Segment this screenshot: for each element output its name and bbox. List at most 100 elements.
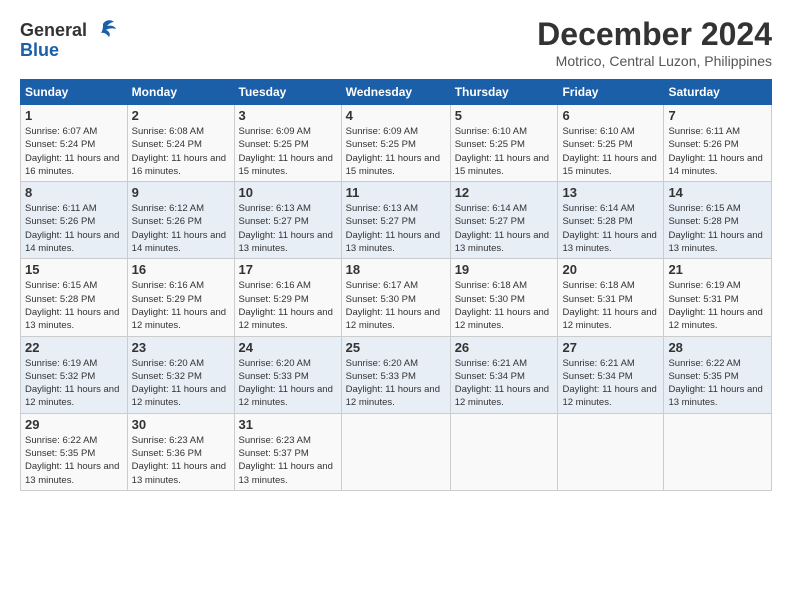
day-info: Sunrise: 6:21 AMSunset: 5:34 PMDaylight:… [562, 357, 659, 410]
table-row: 20 Sunrise: 6:18 AMSunset: 5:31 PMDayligh… [558, 259, 664, 336]
day-info: Sunrise: 6:10 AMSunset: 5:25 PMDaylight:… [455, 125, 554, 178]
table-row: 29 Sunrise: 6:22 AMSunset: 5:35 PMDayligh… [21, 413, 128, 490]
col-sunday: Sunday [21, 80, 128, 105]
day-number: 19 [455, 262, 554, 277]
day-number: 1 [25, 108, 123, 123]
calendar-week-row: 22 Sunrise: 6:19 AMSunset: 5:32 PMDayligh… [21, 336, 772, 413]
day-number: 17 [239, 262, 337, 277]
day-info: Sunrise: 6:20 AMSunset: 5:33 PMDaylight:… [346, 357, 446, 410]
day-number: 15 [25, 262, 123, 277]
table-row: 2 Sunrise: 6:08 AMSunset: 5:24 PMDaylight… [127, 105, 234, 182]
day-info: Sunrise: 6:15 AMSunset: 5:28 PMDaylight:… [668, 202, 767, 255]
table-row: 7Sunrise: 6:11 AMSunset: 5:26 PMDaylight… [664, 105, 772, 182]
day-number: 25 [346, 340, 446, 355]
day-number: 22 [25, 340, 123, 355]
table-row: 11 Sunrise: 6:13 AMSunset: 5:27 PMDayligh… [341, 182, 450, 259]
day-info: Sunrise: 6:10 AMSunset: 5:25 PMDaylight:… [562, 125, 659, 178]
day-number: 9 [132, 185, 230, 200]
table-row [341, 413, 450, 490]
table-row: 3Sunrise: 6:09 AMSunset: 5:25 PMDaylight… [234, 105, 341, 182]
table-row [664, 413, 772, 490]
day-number: 11 [346, 185, 446, 200]
day-number: 20 [562, 262, 659, 277]
day-number: 28 [668, 340, 767, 355]
col-thursday: Thursday [450, 80, 558, 105]
day-number: 6 [562, 108, 659, 123]
day-info: Sunrise: 6:15 AMSunset: 5:28 PMDaylight:… [25, 279, 123, 332]
day-number: 18 [346, 262, 446, 277]
calendar-header-row: Sunday Monday Tuesday Wednesday Thursday… [21, 80, 772, 105]
month-title: December 2024 [537, 16, 772, 53]
col-friday: Friday [558, 80, 664, 105]
table-row: 25 Sunrise: 6:20 AMSunset: 5:33 PMDayligh… [341, 336, 450, 413]
table-row: 23 Sunrise: 6:20 AMSunset: 5:32 PMDayligh… [127, 336, 234, 413]
table-row: 16 Sunrise: 6:16 AMSunset: 5:29 PMDayligh… [127, 259, 234, 336]
day-number: 24 [239, 340, 337, 355]
table-row: 12 Sunrise: 6:14 AMSunset: 5:27 PMDayligh… [450, 182, 558, 259]
day-info: Sunrise: 6:13 AMSunset: 5:27 PMDaylight:… [346, 202, 446, 255]
day-info: Sunrise: 6:19 AMSunset: 5:31 PMDaylight:… [668, 279, 767, 332]
day-number: 8 [25, 185, 123, 200]
day-info: Sunrise: 6:20 AMSunset: 5:33 PMDaylight:… [239, 357, 337, 410]
table-row: 19 Sunrise: 6:18 AMSunset: 5:30 PMDayligh… [450, 259, 558, 336]
day-number: 26 [455, 340, 554, 355]
day-info: Sunrise: 6:08 AMSunset: 5:24 PMDaylight:… [132, 125, 230, 178]
table-row: 28 Sunrise: 6:22 AMSunset: 5:35 PMDayligh… [664, 336, 772, 413]
col-tuesday: Tuesday [234, 80, 341, 105]
day-number: 10 [239, 185, 337, 200]
table-row: 26 Sunrise: 6:21 AMSunset: 5:34 PMDayligh… [450, 336, 558, 413]
table-row: 31 Sunrise: 6:23 AMSunset: 5:37 PMDayligh… [234, 413, 341, 490]
day-number: 3 [239, 108, 337, 123]
day-number: 31 [239, 417, 337, 432]
table-row: 27Sunrise: 6:21 AMSunset: 5:34 PMDayligh… [558, 336, 664, 413]
day-info: Sunrise: 6:14 AMSunset: 5:28 PMDaylight:… [562, 202, 659, 255]
day-number: 7 [668, 108, 767, 123]
day-number: 14 [668, 185, 767, 200]
table-row [558, 413, 664, 490]
day-number: 13 [562, 185, 659, 200]
table-row [450, 413, 558, 490]
table-row: 17 Sunrise: 6:16 AMSunset: 5:29 PMDayligh… [234, 259, 341, 336]
calendar-week-row: 8Sunrise: 6:11 AMSunset: 5:26 PMDaylight… [21, 182, 772, 259]
day-number: 5 [455, 108, 554, 123]
day-number: 2 [132, 108, 230, 123]
page-header: General Blue December 2024 Motrico, Cent… [20, 16, 772, 69]
title-block: December 2024 Motrico, Central Luzon, Ph… [537, 16, 772, 69]
col-saturday: Saturday [664, 80, 772, 105]
day-number: 12 [455, 185, 554, 200]
table-row: 6 Sunrise: 6:10 AMSunset: 5:25 PMDaylight… [558, 105, 664, 182]
day-info: Sunrise: 6:19 AMSunset: 5:32 PMDaylight:… [25, 357, 123, 410]
logo-bird-icon [89, 16, 117, 44]
day-number: 29 [25, 417, 123, 432]
day-info: Sunrise: 6:18 AMSunset: 5:31 PMDaylight:… [562, 279, 659, 332]
day-info: Sunrise: 6:23 AMSunset: 5:37 PMDaylight:… [239, 434, 337, 487]
table-row: 21Sunrise: 6:19 AMSunset: 5:31 PMDayligh… [664, 259, 772, 336]
day-info: Sunrise: 6:14 AMSunset: 5:27 PMDaylight:… [455, 202, 554, 255]
col-wednesday: Wednesday [341, 80, 450, 105]
day-info: Sunrise: 6:18 AMSunset: 5:30 PMDaylight:… [455, 279, 554, 332]
day-info: Sunrise: 6:12 AMSunset: 5:26 PMDaylight:… [132, 202, 230, 255]
table-row: 4 Sunrise: 6:09 AMSunset: 5:25 PMDaylight… [341, 105, 450, 182]
table-row: 24 Sunrise: 6:20 AMSunset: 5:33 PMDayligh… [234, 336, 341, 413]
table-row: 18Sunrise: 6:17 AMSunset: 5:30 PMDayligh… [341, 259, 450, 336]
table-row: 1 Sunrise: 6:07 AMSunset: 5:24 PMDaylight… [21, 105, 128, 182]
day-info: Sunrise: 6:09 AMSunset: 5:25 PMDaylight:… [346, 125, 446, 178]
table-row: 9 Sunrise: 6:12 AMSunset: 5:26 PMDaylight… [127, 182, 234, 259]
day-info: Sunrise: 6:16 AMSunset: 5:29 PMDaylight:… [132, 279, 230, 332]
day-info: Sunrise: 6:20 AMSunset: 5:32 PMDaylight:… [132, 357, 230, 410]
day-info: Sunrise: 6:21 AMSunset: 5:34 PMDaylight:… [455, 357, 554, 410]
day-info: Sunrise: 6:16 AMSunset: 5:29 PMDaylight:… [239, 279, 337, 332]
table-row: 5 Sunrise: 6:10 AMSunset: 5:25 PMDaylight… [450, 105, 558, 182]
calendar-week-row: 1 Sunrise: 6:07 AMSunset: 5:24 PMDaylight… [21, 105, 772, 182]
day-number: 23 [132, 340, 230, 355]
day-info: Sunrise: 6:07 AMSunset: 5:24 PMDaylight:… [25, 125, 123, 178]
table-row: 22 Sunrise: 6:19 AMSunset: 5:32 PMDayligh… [21, 336, 128, 413]
day-info: Sunrise: 6:22 AMSunset: 5:35 PMDaylight:… [25, 434, 123, 487]
day-number: 4 [346, 108, 446, 123]
day-info: Sunrise: 6:22 AMSunset: 5:35 PMDaylight:… [668, 357, 767, 410]
calendar-week-row: 29 Sunrise: 6:22 AMSunset: 5:35 PMDayligh… [21, 413, 772, 490]
table-row: 15 Sunrise: 6:15 AMSunset: 5:28 PMDayligh… [21, 259, 128, 336]
calendar-table: Sunday Monday Tuesday Wednesday Thursday… [20, 79, 772, 491]
table-row: 13 Sunrise: 6:14 AMSunset: 5:28 PMDayligh… [558, 182, 664, 259]
day-number: 16 [132, 262, 230, 277]
